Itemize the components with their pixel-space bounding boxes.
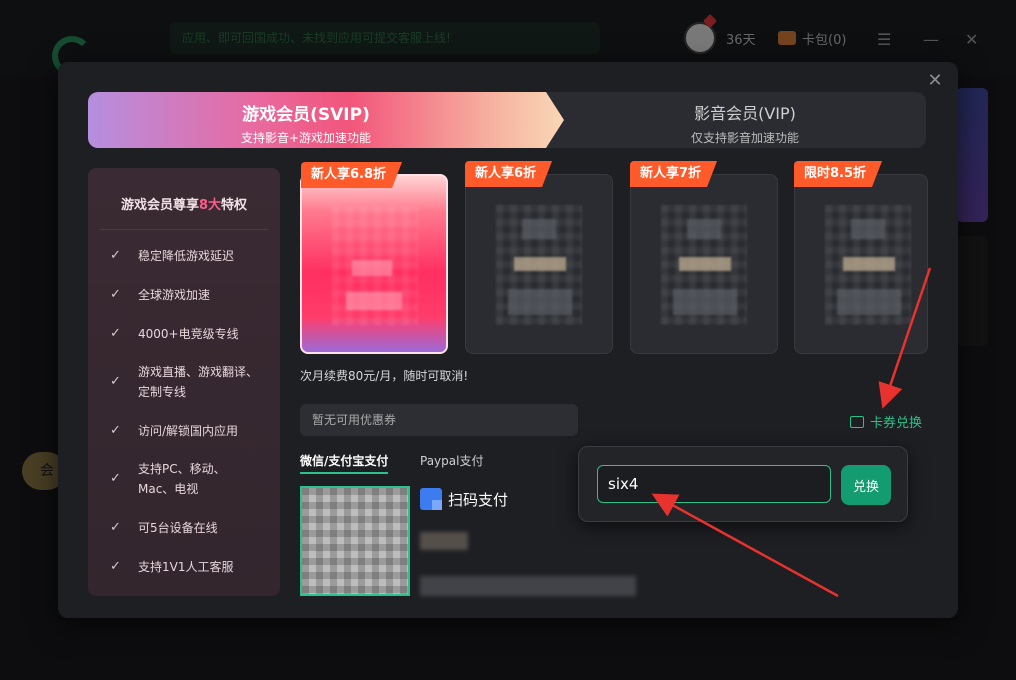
redeem-code-input[interactable] (597, 465, 831, 503)
modal-close-icon[interactable]: ✕ (924, 70, 946, 92)
privileges-list: ✓ 稳定降低游戏延迟 ✓ 全球游戏加速 ✓ 4000+电竞级专线 ✓ 游戏直播、游戏翻译… (88, 230, 280, 586)
privilege-label: 可5台设备在线 (138, 520, 218, 535)
tab-vip-title: 影音会员(VIP) (694, 104, 796, 123)
privilege-label: 游戏直播、游戏翻译、定制专线 (138, 365, 259, 399)
privileges-title: 游戏会员尊享8大特权 (100, 168, 268, 230)
list-item: ✓ 支持PC、移动、Mac、电视 (88, 450, 280, 508)
tab-svip-title: 游戏会员(SVIP) (242, 105, 370, 125)
redeem-button[interactable]: 兑换 (841, 465, 891, 505)
privileges-title-prefix: 游戏会员尊享 (120, 198, 199, 213)
check-icon: ✓ (110, 286, 121, 302)
privilege-label: 全球游戏加速 (138, 287, 211, 302)
tab-svip-subtitle: 支持影音+游戏加速功能 (240, 131, 372, 145)
privilege-label: 4000+电竞级专线 (138, 326, 239, 341)
coupon-select[interactable]: 暂无可用优惠券 (300, 404, 578, 436)
list-item: ✓ 可5台设备在线 (88, 508, 280, 547)
package-card[interactable]: 新人享6折 (465, 174, 613, 354)
discount-badge: 限时8.5折 (794, 161, 882, 187)
check-icon: ✓ (110, 247, 121, 263)
check-icon: ✓ (110, 374, 121, 389)
membership-modal: ✕ 游戏会员(SVIP) 支持影音+游戏加速功能 影音会员(VIP) 仅支持影音… (58, 62, 958, 618)
package-blurred-content (332, 206, 418, 326)
active-tab-underline (300, 472, 388, 474)
payment-note-blurred (420, 576, 636, 596)
redeem-coupon-link[interactable]: 卡券兑换 (850, 412, 922, 431)
tab-vip[interactable]: 影音会员(VIP) 仅支持影音加速功能 (564, 92, 926, 148)
check-icon: ✓ (110, 422, 121, 438)
discount-badge: 新人享6.8折 (301, 162, 402, 188)
redeem-popup: 兑换 (578, 446, 908, 522)
discount-badge: 新人享6折 (465, 161, 552, 187)
privileges-title-num: 8大 (198, 198, 222, 213)
package-blurred-content (825, 205, 911, 325)
package-card[interactable]: 限时8.5折 (794, 174, 928, 354)
list-item: ✓ 稳定降低游戏延迟 (88, 236, 280, 275)
ticket-icon (850, 415, 864, 428)
check-icon: ✓ (110, 471, 121, 486)
package-blurred-content (496, 205, 582, 325)
check-icon: ✓ (110, 519, 121, 535)
tab-wechat-alipay[interactable]: 微信/支付宝支付 (300, 452, 388, 469)
scan-pay-icon (420, 488, 442, 510)
tab-svip[interactable]: 游戏会员(SVIP) 支持影音+游戏加速功能 (88, 92, 564, 148)
privileges-panel: 游戏会员尊享8大特权 ✓ 稳定降低游戏延迟 ✓ 全球游戏加速 ✓ 4000+电竞级专线… (88, 168, 280, 596)
package-blurred-content (661, 205, 747, 325)
list-item: ✓ 4000+电竞级专线 (88, 314, 280, 353)
list-item: ✓ 游戏直播、游戏翻译、定制专线 (88, 353, 280, 411)
tab-paypal[interactable]: Paypal支付 (420, 452, 483, 469)
scan-pay-label: 扫码支付 (448, 490, 509, 509)
price-blurred (420, 532, 468, 550)
tab-vip-subtitle: 仅支持影音加速功能 (690, 131, 799, 145)
package-card[interactable]: 新人享7折 (630, 174, 778, 354)
privilege-label: 支持1V1人工客服 (138, 559, 234, 574)
privilege-label: 稳定降低游戏延迟 (138, 248, 235, 263)
renew-note: 次月续费80元/月，随时可取消! (300, 369, 469, 383)
privileges-title-suffix: 特权 (221, 198, 248, 213)
qr-code (300, 486, 410, 596)
privilege-label: 支持PC、移动、Mac、电视 (138, 462, 226, 496)
membership-tabs: 游戏会员(SVIP) 支持影音+游戏加速功能 影音会员(VIP) 仅支持影音加速… (88, 92, 926, 148)
list-item: ✓ 访问/解锁国内应用 (88, 411, 280, 450)
scan-pay: 扫码支付 (420, 488, 508, 510)
list-item: ✓ 全球游戏加速 (88, 275, 280, 314)
redeem-coupon-label: 卡券兑换 (870, 416, 923, 431)
check-icon: ✓ (110, 325, 121, 341)
list-item: ✓ 支持1V1人工客服 (88, 547, 280, 586)
discount-badge: 新人享7折 (630, 161, 717, 187)
package-card[interactable]: 新人享6.8折 (300, 174, 448, 354)
check-icon: ✓ (110, 558, 121, 574)
privilege-label: 访问/解锁国内应用 (138, 423, 239, 438)
